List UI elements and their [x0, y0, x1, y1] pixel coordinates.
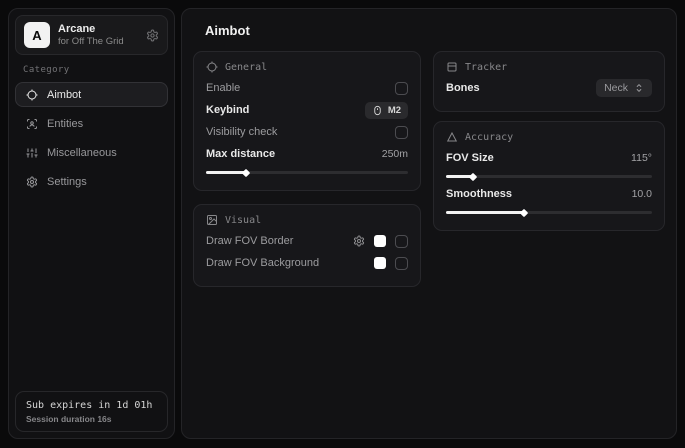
- max-distance-value: 250m: [382, 148, 408, 160]
- max-distance-label: Max distance: [206, 148, 275, 160]
- category-label: Category: [23, 65, 160, 75]
- app-subtitle: for Off The Grid: [58, 36, 124, 48]
- sub-expires-text: Sub expires in 1d 01h: [26, 400, 157, 411]
- main-panel: Aimbot General Enable Key: [181, 8, 677, 439]
- mouse-icon: [372, 105, 383, 116]
- keybind-label: Keybind: [206, 104, 249, 116]
- brand-card: A Arcane for Off The Grid: [15, 15, 168, 55]
- sidebar-item-settings[interactable]: Settings: [15, 169, 168, 194]
- triangle-icon: [446, 131, 458, 143]
- gear-icon[interactable]: [353, 235, 365, 247]
- fov-background-color-swatch[interactable]: [374, 257, 386, 269]
- smoothness-slider[interactable]: [446, 211, 652, 214]
- app-logo: A: [24, 22, 50, 48]
- draw-fov-background-label: Draw FOV Background: [206, 257, 319, 269]
- enable-label: Enable: [206, 82, 240, 94]
- visibility-check-label: Visibility check: [206, 126, 277, 138]
- slider-thumb[interactable]: [242, 168, 250, 176]
- bones-select[interactable]: Neck: [596, 79, 652, 97]
- draw-fov-background-controls: [374, 257, 408, 270]
- visibility-check-checkbox[interactable]: [395, 126, 408, 139]
- sidebar-item-label: Miscellaneous: [47, 147, 117, 159]
- session-duration-text: Session duration 16s: [26, 414, 157, 424]
- draw-fov-background-checkbox[interactable]: [395, 257, 408, 270]
- bones-selected-value: Neck: [604, 82, 628, 94]
- card-title: Accuracy: [465, 132, 513, 143]
- draw-fov-border-controls: [353, 235, 408, 248]
- fov-border-color-swatch[interactable]: [374, 235, 386, 247]
- sidebar-item-miscellaneous[interactable]: Miscellaneous: [15, 140, 168, 165]
- draw-fov-background-row: Draw FOV Background: [206, 252, 408, 274]
- accuracy-card: Accuracy FOV Size 115° Smoothness 10.0: [433, 121, 665, 231]
- bones-row: Bones Neck: [446, 77, 652, 99]
- tracker-card-header: Tracker: [446, 61, 652, 73]
- fov-size-value: 115°: [631, 152, 652, 164]
- tracker-card: Tracker Bones Neck: [433, 51, 665, 112]
- crosshair-icon: [26, 89, 38, 101]
- visibility-check-row: Visibility check: [206, 121, 408, 143]
- sidebar-item-label: Entities: [47, 118, 83, 130]
- keybind-row: Keybind M2: [206, 99, 408, 121]
- keybind-badge[interactable]: M2: [365, 102, 408, 119]
- slider-thumb[interactable]: [520, 208, 528, 216]
- enable-row: Enable: [206, 77, 408, 99]
- chevrons-up-down-icon: [634, 83, 644, 93]
- fov-size-label: FOV Size: [446, 152, 494, 164]
- keybind-value: M2: [388, 105, 401, 116]
- sidebar: A Arcane for Off The Grid Category Aimbo…: [8, 8, 175, 439]
- image-icon: [206, 214, 218, 226]
- slider-fill: [446, 211, 524, 214]
- left-column: General Enable Keybind M2: [193, 51, 421, 287]
- window-icon: [446, 61, 458, 73]
- gear-icon: [26, 176, 38, 188]
- fov-size-slider[interactable]: [446, 175, 652, 178]
- visual-card-header: Visual: [206, 214, 408, 226]
- smoothness-label: Smoothness: [446, 188, 512, 200]
- slider-fill: [446, 175, 473, 178]
- max-distance-slider[interactable]: [206, 171, 408, 174]
- accuracy-card-header: Accuracy: [446, 131, 652, 143]
- draw-fov-border-checkbox[interactable]: [395, 235, 408, 248]
- bones-label: Bones: [446, 82, 480, 94]
- enable-checkbox[interactable]: [395, 82, 408, 95]
- draw-fov-border-row: Draw FOV Border: [206, 230, 408, 252]
- brand-text: Arcane for Off The Grid: [58, 23, 124, 48]
- sliders-icon: [26, 147, 38, 159]
- visual-card: Visual Draw FOV Border Draw F: [193, 204, 421, 287]
- fov-size-row: FOV Size 115°: [446, 147, 652, 169]
- general-card: General Enable Keybind M2: [193, 51, 421, 191]
- page-title: Aimbot: [205, 23, 665, 38]
- card-title: Tracker: [465, 62, 507, 73]
- person-scan-icon: [26, 118, 38, 130]
- right-column: Tracker Bones Neck: [433, 51, 665, 287]
- draw-fov-border-label: Draw FOV Border: [206, 235, 293, 247]
- general-card-header: General: [206, 61, 408, 73]
- slider-thumb[interactable]: [469, 172, 477, 180]
- slider-fill: [206, 171, 246, 174]
- smoothness-row: Smoothness 10.0: [446, 183, 652, 205]
- card-title: Visual: [225, 215, 261, 226]
- smoothness-value: 10.0: [632, 188, 652, 200]
- subscription-status-card: Sub expires in 1d 01h Session duration 1…: [15, 391, 168, 432]
- logo-letter: A: [32, 28, 41, 43]
- sidebar-item-label: Aimbot: [47, 89, 81, 101]
- card-title: General: [225, 62, 267, 73]
- sidebar-item-entities[interactable]: Entities: [15, 111, 168, 136]
- crosshair-icon: [206, 61, 218, 73]
- app-window: A Arcane for Off The Grid Category Aimbo…: [0, 0, 685, 448]
- app-name: Arcane: [58, 23, 124, 36]
- max-distance-row: Max distance 250m: [206, 143, 408, 165]
- sidebar-item-label: Settings: [47, 176, 87, 188]
- settings-gear-icon[interactable]: [146, 29, 159, 42]
- card-columns: General Enable Keybind M2: [193, 51, 665, 287]
- sidebar-item-aimbot[interactable]: Aimbot: [15, 82, 168, 107]
